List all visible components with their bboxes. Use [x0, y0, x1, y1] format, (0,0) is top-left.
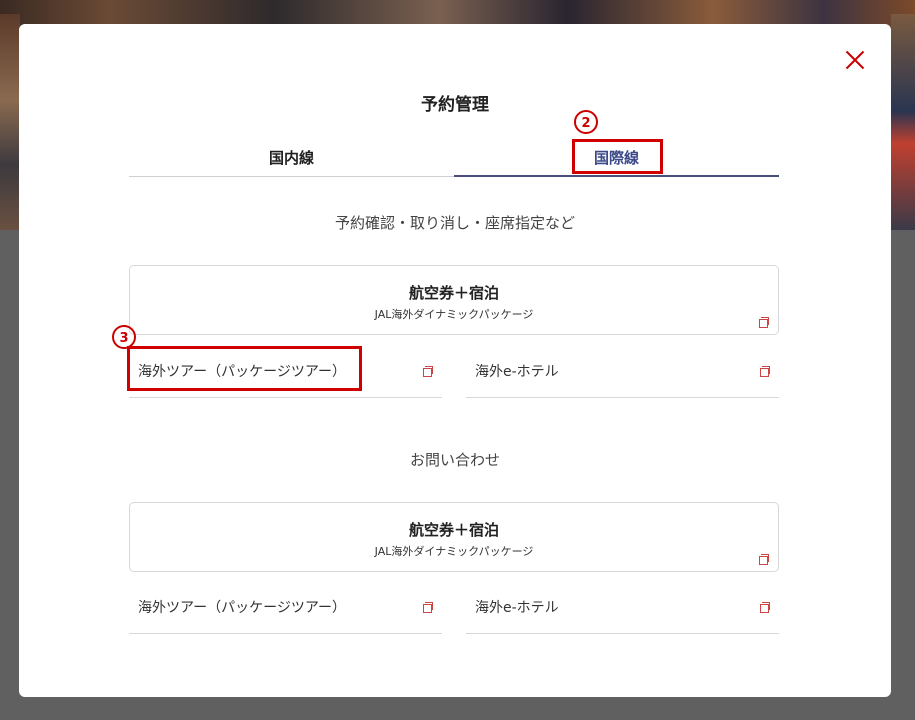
- package-card-reservation[interactable]: 航空券＋宿泊 JAL海外ダイナミックパッケージ: [129, 265, 779, 335]
- link-overseas-tour-reservation[interactable]: 海外ツアー（パッケージツアー）: [129, 342, 442, 398]
- link-label: 海外e-ホテル: [475, 364, 559, 380]
- background-photo-edge-left: [0, 14, 20, 230]
- modal-title: 予約管理: [421, 95, 489, 115]
- tab-international[interactable]: 国際線: [454, 140, 779, 177]
- package-card-inquiry[interactable]: 航空券＋宿泊 JAL海外ダイナミックパッケージ: [129, 502, 779, 572]
- section-heading-reservation: 予約確認・取り消し・座席指定など: [334, 214, 575, 232]
- link-overseas-ehotel-inquiry[interactable]: 海外e-ホテル: [466, 578, 779, 634]
- external-link-icon: [423, 366, 433, 377]
- link-overseas-tour-inquiry[interactable]: 海外ツアー（パッケージツアー）: [129, 578, 442, 634]
- close-icon[interactable]: [844, 49, 866, 71]
- link-label: 海外ツアー（パッケージツアー）: [138, 600, 347, 616]
- tab-domestic[interactable]: 国内線: [129, 140, 454, 177]
- external-link-icon: [760, 366, 770, 377]
- link-label: 海外e-ホテル: [475, 600, 559, 616]
- section-heading-inquiry: お問い合わせ: [409, 451, 500, 469]
- external-link-icon: [423, 602, 433, 613]
- card-subtitle: JAL海外ダイナミックパッケージ: [374, 308, 534, 321]
- external-link-icon: [759, 317, 769, 328]
- external-link-icon: [759, 554, 769, 565]
- card-title: 航空券＋宿泊: [408, 521, 499, 539]
- link-overseas-ehotel-reservation[interactable]: 海外e-ホテル: [466, 342, 779, 398]
- background-photo-edge-right: [891, 14, 915, 230]
- card-title: 航空券＋宿泊: [408, 284, 499, 302]
- card-subtitle: JAL海外ダイナミックパッケージ: [374, 545, 534, 558]
- annotation-marker-2: 2: [574, 110, 598, 134]
- link-label: 海外ツアー（パッケージツアー）: [138, 364, 347, 380]
- external-link-icon: [760, 602, 770, 613]
